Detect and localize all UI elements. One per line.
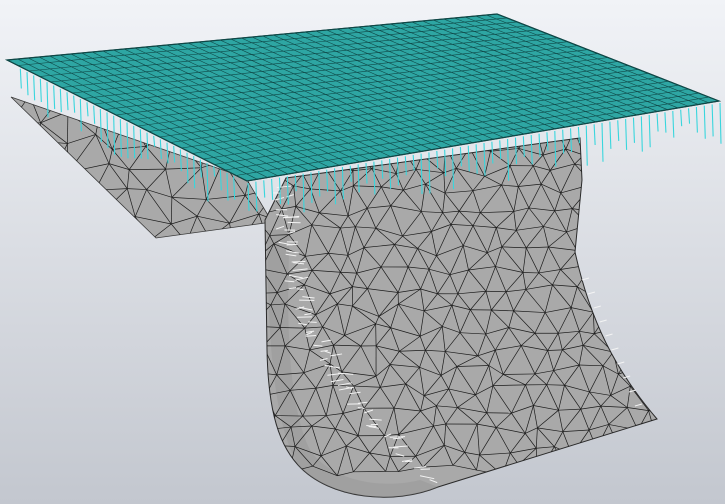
fixture-arrow [305, 335, 317, 337]
fixture-arrow [291, 260, 306, 263]
fea-model-view[interactable] [0, 0, 725, 504]
graphics-viewport[interactable] [0, 0, 725, 504]
fixture-arrow [389, 436, 406, 438]
